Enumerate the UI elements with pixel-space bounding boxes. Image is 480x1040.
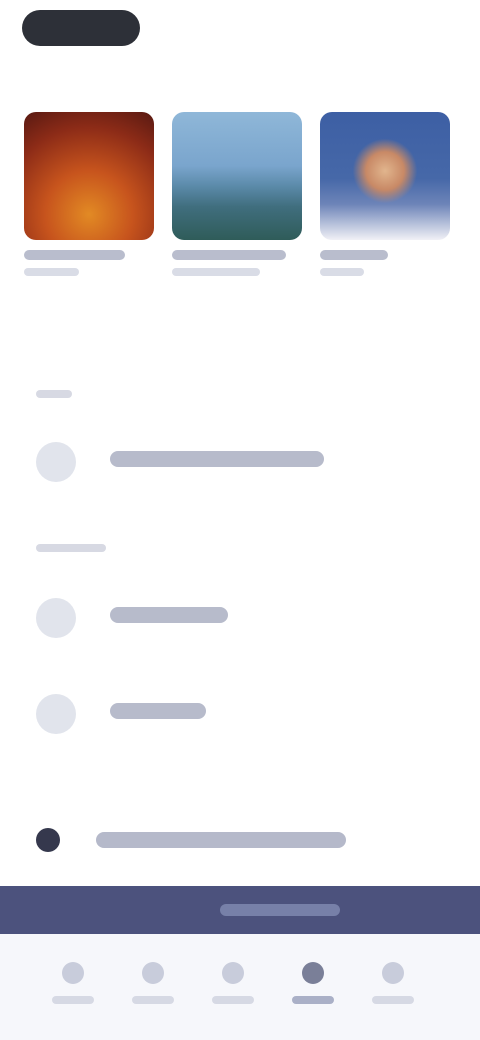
profile-icon	[382, 962, 404, 984]
home-icon	[62, 962, 84, 984]
nav-item-label	[372, 996, 414, 1004]
list-item-label	[110, 703, 206, 719]
nav-item-label	[132, 996, 174, 1004]
nav-item-label	[52, 996, 94, 1004]
bottom-navigation	[0, 934, 480, 1040]
settings-icon	[36, 694, 76, 734]
featured-card[interactable]	[172, 112, 302, 276]
list-item-label	[110, 607, 228, 623]
list-item[interactable]	[36, 442, 416, 490]
nav-item-home[interactable]	[38, 952, 108, 1032]
featured-card-subtitle	[320, 268, 365, 276]
list-item[interactable]	[36, 694, 416, 742]
featured-card[interactable]	[24, 112, 154, 276]
nav-item-explore[interactable]	[118, 952, 188, 1032]
nav-item-label	[292, 996, 334, 1004]
list-item[interactable]	[36, 598, 416, 646]
library-icon	[222, 962, 244, 984]
messages-icon	[302, 962, 324, 984]
nav-item-profile[interactable]	[358, 952, 428, 1032]
explore-icon	[142, 962, 164, 984]
promo-label	[96, 832, 346, 848]
promo-link[interactable]	[34, 818, 394, 866]
featured-card-title	[172, 250, 287, 260]
bottom-toolbar[interactable]	[0, 886, 480, 934]
featured-card-subtitle	[172, 268, 261, 276]
portrait-image	[320, 112, 450, 240]
orange-abstract-image	[24, 112, 154, 240]
list-item-label	[110, 451, 324, 467]
user-icon	[36, 442, 76, 482]
featured-card-title	[320, 250, 388, 260]
featured-carousel	[24, 112, 464, 312]
section-label	[36, 544, 106, 552]
section-label	[36, 390, 72, 398]
info-icon	[36, 828, 60, 852]
nav-item-messages[interactable]	[278, 952, 348, 1032]
featured-card-subtitle	[24, 268, 79, 276]
landscape-image	[172, 112, 302, 240]
nav-item-library[interactable]	[198, 952, 268, 1032]
nav-item-label	[212, 996, 254, 1004]
toolbar-label	[220, 904, 340, 916]
featured-card[interactable]	[320, 112, 450, 276]
header-pill-button[interactable]	[22, 10, 140, 46]
featured-card-title	[24, 250, 126, 260]
bookmark-icon	[36, 598, 76, 638]
